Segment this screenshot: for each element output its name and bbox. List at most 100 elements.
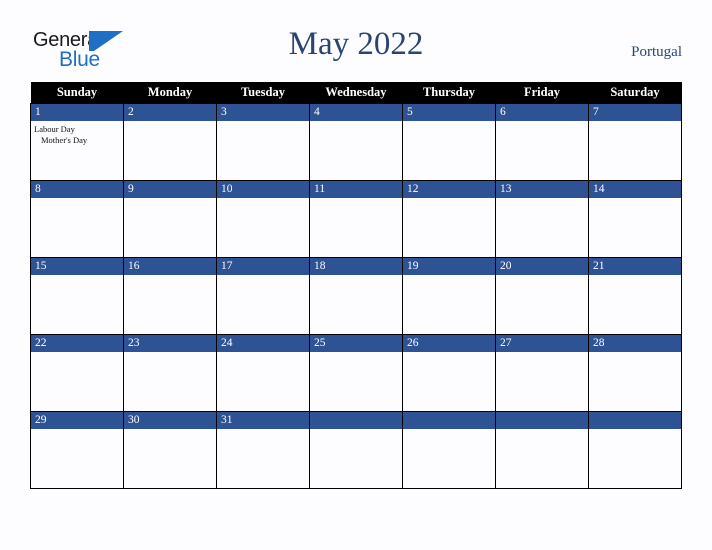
day-number: 5 — [403, 104, 495, 121]
holiday-label: Mother's Day — [41, 135, 88, 145]
day-events — [217, 121, 309, 124]
page-title: May 2022 — [288, 26, 424, 62]
week-row: 15 16 17 18 19 20 21 — [30, 257, 682, 335]
month-grid: Sunday Monday Tuesday Wednesday Thursday… — [30, 82, 682, 489]
day-number: 3 — [217, 104, 309, 121]
day-events — [403, 352, 495, 355]
day-number — [310, 412, 402, 429]
day-cell[interactable]: 11 — [309, 180, 403, 258]
day-cell-empty[interactable] — [402, 411, 496, 489]
day-cell[interactable]: 15 — [30, 257, 124, 335]
day-cell[interactable]: 5 — [402, 103, 496, 181]
day-cell[interactable]: 9 — [123, 180, 217, 258]
day-events — [31, 198, 123, 201]
day-number — [589, 412, 681, 429]
day-events — [217, 198, 309, 201]
day-events — [403, 429, 495, 432]
weekday-header-wednesday: Wednesday — [309, 82, 403, 104]
day-cell[interactable]: 13 — [495, 180, 589, 258]
day-events — [124, 429, 216, 432]
day-number: 4 — [310, 104, 402, 121]
day-cell[interactable]: 8 — [30, 180, 124, 258]
day-events — [31, 275, 123, 278]
day-cell[interactable]: 22 — [30, 334, 124, 412]
day-number: 18 — [310, 258, 402, 275]
weekday-header-friday: Friday — [495, 82, 589, 104]
day-cell[interactable]: 14 — [588, 180, 682, 258]
day-number: 21 — [589, 258, 681, 275]
day-events — [124, 198, 216, 201]
day-cell[interactable]: 26 — [402, 334, 496, 412]
day-cell[interactable]: 23 — [123, 334, 217, 412]
day-events — [124, 121, 216, 124]
holiday-label: Labour Day — [34, 124, 75, 134]
day-events — [403, 121, 495, 124]
day-number: 15 — [31, 258, 123, 275]
day-cell[interactable]: 19 — [402, 257, 496, 335]
day-number: 9 — [124, 181, 216, 198]
day-events — [310, 352, 402, 355]
day-cell[interactable]: 4 — [309, 103, 403, 181]
day-cell-empty[interactable] — [588, 411, 682, 489]
day-number: 14 — [589, 181, 681, 198]
day-events — [589, 275, 681, 278]
day-cell[interactable]: 20 — [495, 257, 589, 335]
day-number: 20 — [496, 258, 588, 275]
day-cell[interactable]: 3 — [216, 103, 310, 181]
day-number: 22 — [31, 335, 123, 352]
week-row: 29 30 31 — [30, 411, 682, 489]
day-cell[interactable]: 2 — [123, 103, 217, 181]
day-number: 26 — [403, 335, 495, 352]
week-row: 22 23 24 25 26 27 28 — [30, 334, 682, 412]
day-cell[interactable]: 31 — [216, 411, 310, 489]
day-events — [124, 352, 216, 355]
day-cell[interactable]: 6 — [495, 103, 589, 181]
day-number: 25 — [310, 335, 402, 352]
day-events — [589, 352, 681, 355]
day-number — [403, 412, 495, 429]
day-cell-empty[interactable] — [309, 411, 403, 489]
day-cell[interactable]: 27 — [495, 334, 589, 412]
day-events — [310, 198, 402, 201]
day-events — [31, 352, 123, 355]
day-events — [217, 275, 309, 278]
day-number: 30 — [124, 412, 216, 429]
weekday-header-tuesday: Tuesday — [216, 82, 310, 104]
day-events — [310, 429, 402, 432]
day-cell[interactable]: 16 — [123, 257, 217, 335]
day-cell[interactable]: 18 — [309, 257, 403, 335]
day-events — [496, 121, 588, 124]
day-cell[interactable]: 24 — [216, 334, 310, 412]
day-cell[interactable]: 21 — [588, 257, 682, 335]
day-cell[interactable]: 10 — [216, 180, 310, 258]
day-cell[interactable]: 29 — [30, 411, 124, 489]
day-events — [403, 198, 495, 201]
day-cell[interactable]: 17 — [216, 257, 310, 335]
day-number: 17 — [217, 258, 309, 275]
day-number: 13 — [496, 181, 588, 198]
day-number: 24 — [217, 335, 309, 352]
day-number: 31 — [217, 412, 309, 429]
day-events — [589, 429, 681, 432]
day-cell[interactable]: 30 — [123, 411, 217, 489]
day-number: 6 — [496, 104, 588, 121]
weeks-body: 1 Labour Day Mother's Day 2 3 4 5 6 7 8 9 10 11 12 13 1… — [30, 103, 682, 489]
day-events — [589, 121, 681, 124]
day-cell[interactable]: 25 — [309, 334, 403, 412]
day-events: Labour Day Mother's Day — [31, 121, 123, 146]
day-number: 10 — [217, 181, 309, 198]
day-events — [496, 275, 588, 278]
day-events — [496, 352, 588, 355]
day-cell-empty[interactable] — [495, 411, 589, 489]
week-row: 8 9 10 11 12 13 14 — [30, 180, 682, 258]
day-cell[interactable]: 28 — [588, 334, 682, 412]
day-cell[interactable]: 7 — [588, 103, 682, 181]
day-events — [496, 429, 588, 432]
day-cell[interactable]: 1 Labour Day Mother's Day — [30, 103, 124, 181]
day-cell[interactable]: 12 — [402, 180, 496, 258]
day-number: 11 — [310, 181, 402, 198]
page-header: General Blue May 2022 Portugal — [0, 0, 712, 82]
day-events — [589, 198, 681, 201]
weekday-header-saturday: Saturday — [588, 82, 682, 104]
weekday-header-row: Sunday Monday Tuesday Wednesday Thursday… — [30, 82, 682, 104]
